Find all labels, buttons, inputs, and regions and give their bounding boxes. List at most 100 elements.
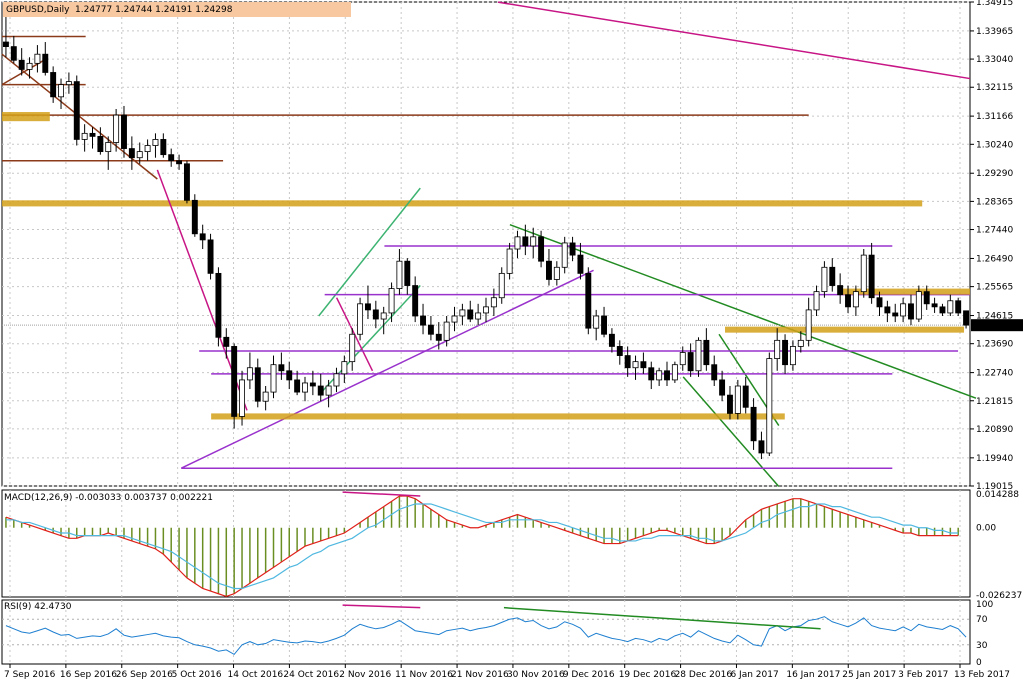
candle-body — [876, 297, 883, 308]
ohlc-values: 1.24777 1.24744 1.24191 1.24298 — [75, 5, 233, 15]
candle-body — [868, 254, 875, 299]
price-tick-label: 1.23690 — [976, 340, 1013, 350]
candle-body — [664, 370, 670, 381]
candle-body — [963, 310, 970, 326]
candle-body — [640, 361, 647, 369]
date-tick-label: 16 Sep 2016 — [60, 670, 117, 680]
candle-body — [813, 291, 820, 311]
support-zone — [2, 200, 923, 207]
rsi-tick-label: 0 — [976, 658, 982, 668]
candle-body — [152, 139, 159, 146]
date-tick-label: 24 Oct 2016 — [283, 670, 339, 680]
price-tick-label: 1.29290 — [976, 169, 1013, 179]
candle-body — [805, 309, 812, 341]
candle-body — [459, 309, 466, 317]
support-zone — [211, 413, 785, 420]
candle-body — [113, 114, 120, 143]
candle-body — [797, 339, 804, 347]
candle-body — [892, 312, 899, 317]
candle-body — [782, 339, 789, 366]
candle-body — [845, 294, 851, 308]
candle-body — [239, 379, 245, 417]
candle-body — [514, 236, 521, 250]
candle-body — [270, 364, 277, 393]
candle-body — [65, 81, 72, 86]
candle-body — [774, 339, 781, 360]
candle-body — [443, 321, 450, 341]
candle-body — [215, 272, 222, 338]
candle-body — [616, 346, 623, 356]
candle-body — [105, 142, 112, 153]
candle-body — [420, 315, 426, 326]
candle-body — [475, 312, 482, 320]
candle-body — [593, 315, 600, 329]
date-tick-label: 26 Sep 2016 — [116, 670, 173, 680]
price-grid — [1, 1, 971, 665]
candle-body — [860, 254, 867, 293]
candle-body — [183, 163, 190, 201]
candle-body — [553, 266, 560, 280]
candle-body — [349, 333, 356, 363]
date-tick-label: 9 Dec 2016 — [563, 670, 615, 680]
candle-body — [309, 382, 316, 387]
candle-body — [286, 370, 293, 381]
candle-body — [2, 41, 9, 47]
candle-body — [451, 315, 458, 323]
macd-tick-label: 0.014288 — [976, 490, 1019, 500]
candle-body — [506, 248, 513, 274]
price-tick-label: 1.20890 — [976, 425, 1013, 435]
candle-body — [538, 236, 545, 262]
candle-body — [703, 339, 710, 366]
candle-body — [231, 346, 238, 417]
candle-body — [734, 385, 741, 414]
date-tick-label: 2 Nov 2016 — [339, 670, 391, 680]
candle-body — [632, 361, 639, 369]
date-tick-label: 19 Dec 2016 — [619, 670, 677, 680]
candle-body — [939, 306, 946, 314]
rsi-pane-frame — [1, 599, 971, 665]
candle-body — [923, 291, 930, 305]
ohlc-symbol: GBPUSD,Daily — [6, 5, 70, 15]
candle-body — [758, 440, 765, 454]
candle-body — [380, 312, 387, 320]
candle-body — [821, 266, 828, 293]
candle-body — [601, 315, 608, 335]
candle-body — [333, 373, 340, 387]
candle-body — [766, 358, 773, 454]
candle-body — [372, 309, 379, 320]
trading-chart[interactable]: 1.34915 1.33965 1.33040 1.32115 1.31166 1.302… — [0, 0, 1024, 683]
candle-body — [648, 367, 655, 381]
candle-body — [58, 84, 64, 98]
candle-body — [947, 300, 954, 314]
candle-body — [750, 406, 757, 442]
candle-body — [522, 236, 529, 247]
last-price-label: 1.24298 — [975, 321, 1012, 331]
candle-body — [191, 199, 198, 235]
candle-body — [278, 364, 285, 372]
candle-body — [89, 132, 96, 137]
date-tick-label: 16 Jan 2017 — [786, 670, 840, 680]
candle-body — [325, 385, 332, 396]
candle-body — [608, 333, 615, 347]
candle-body — [498, 272, 505, 299]
candle-body — [144, 145, 151, 153]
price-tick-label: 1.33965 — [976, 27, 1013, 37]
candle-body — [10, 46, 17, 61]
candle-body — [50, 72, 57, 98]
price-tick-label: 1.28365 — [976, 197, 1013, 207]
candle-body — [585, 272, 592, 329]
candle-body — [128, 148, 135, 159]
candle-body — [435, 333, 442, 341]
price-tick-label: 1.22740 — [976, 369, 1013, 379]
date-tick-label: 28 Dec 2016 — [675, 670, 733, 680]
candle-body — [884, 306, 891, 314]
candle-body — [396, 260, 403, 289]
candle-body — [412, 285, 419, 317]
candle-body — [73, 81, 80, 140]
candle-body — [569, 242, 576, 256]
date-tick-label: 14 Oct 2016 — [228, 670, 284, 680]
candle-body — [246, 367, 253, 381]
candle-body — [530, 236, 537, 247]
price-tick-label: 1.31166 — [976, 112, 1013, 122]
candle-body — [467, 309, 474, 320]
